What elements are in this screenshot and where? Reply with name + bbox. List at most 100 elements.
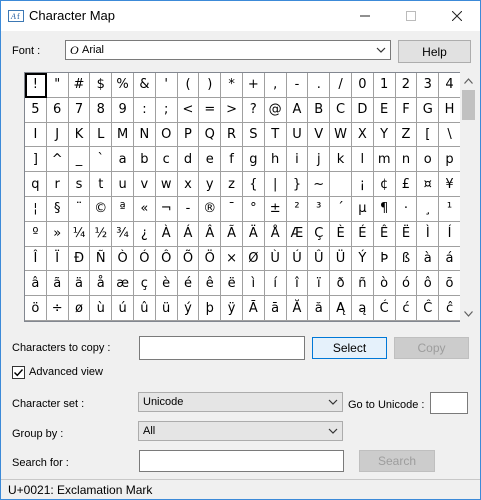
group-by-dropdown[interactable]: All [138,421,343,441]
character-cell[interactable]: õ [439,271,461,297]
character-cell[interactable]: [ [417,122,440,148]
character-cell[interactable]: j [308,147,331,173]
character-cell[interactable]: a [112,147,134,173]
select-button[interactable]: Select [312,337,387,359]
character-cell[interactable]: Þ [373,246,396,272]
character-cell[interactable]: + [242,73,265,98]
character-cell[interactable]: Ê [373,221,396,247]
character-cell[interactable]: ý [177,296,200,321]
character-cell[interactable]: ` [90,147,113,173]
character-cell[interactable]: ÿ [221,296,243,321]
character-cell[interactable]: ą [351,296,374,321]
character-cell[interactable]: 3 [417,73,440,98]
font-dropdown[interactable]: O Arial [65,40,391,60]
character-cell[interactable]: ĉ [439,296,461,321]
character-cell[interactable]: o [417,147,440,173]
character-cell[interactable]: ¢ [373,172,396,197]
character-cell[interactable]: è [155,271,178,297]
character-cell[interactable]: N [133,122,156,148]
character-cell[interactable]: 8 [90,97,113,123]
character-cell[interactable]: ā [264,296,287,321]
character-cell[interactable]: æ [112,271,134,297]
character-cell[interactable]: É [351,221,374,247]
character-cell[interactable]: x [177,172,200,197]
character-cell[interactable]: Ó [133,246,156,272]
character-cell[interactable]: Í [439,221,461,247]
character-cell[interactable]: & [133,73,156,98]
scroll-up-button[interactable] [460,72,477,89]
character-cell[interactable]: ã [46,271,69,297]
character-cell[interactable]: á [439,246,461,272]
character-cell[interactable]: q [25,172,47,197]
character-cell[interactable]: 0 [351,73,374,98]
character-cell[interactable]: ¶ [373,196,396,222]
character-cell[interactable]: h [264,147,287,173]
character-cell[interactable]: Ñ [90,246,113,272]
character-cell[interactable]: r [46,172,69,197]
character-cell[interactable]: y [199,172,222,197]
character-cell[interactable]: # [68,73,91,98]
go-to-unicode-input[interactable] [430,392,468,414]
help-button[interactable]: Help [398,40,471,63]
character-cell[interactable]: J [46,122,69,148]
advanced-view-checkbox[interactable] [12,366,25,379]
character-cell[interactable]: A [286,97,309,123]
character-cell[interactable]: R [221,122,243,148]
character-cell[interactable]: V [308,122,331,148]
character-cell[interactable]: Ç [308,221,331,247]
character-cell[interactable]: ê [199,271,222,297]
character-cell[interactable]: ( [177,73,200,98]
character-cell[interactable]: : [133,97,156,123]
character-cell[interactable]: « [133,196,156,222]
character-cell[interactable]: u [112,172,134,197]
character-cell[interactable]: © [90,196,113,222]
scrollbar-thumb[interactable] [462,90,475,120]
character-cell[interactable]: p [439,147,461,173]
character-cell[interactable]: ¸ [417,196,440,222]
character-cell[interactable]: W [330,122,352,148]
character-cell[interactable]: Ý [351,246,374,272]
character-cell[interactable]: | [264,172,287,197]
character-cell[interactable]: Ì [417,221,440,247]
character-cell[interactable]: ¯ [221,196,243,222]
character-cell[interactable]: = [199,97,222,123]
character-cell[interactable]: ~ [308,172,331,197]
character-cell[interactable]: ò [373,271,396,297]
character-cell[interactable]: ¹ [439,196,461,222]
character-cell[interactable]: 9 [112,97,134,123]
character-cell[interactable]: Y [373,122,396,148]
character-cell[interactable]: ) [199,73,222,98]
character-cell[interactable]: ] [25,147,47,173]
character-cell[interactable]: ² [286,196,309,222]
character-cell[interactable]: L [90,122,113,148]
character-cell[interactable]: È [330,221,352,247]
character-cell[interactable]: ú [112,296,134,321]
character-cell[interactable]: ß [395,246,418,272]
character-cell[interactable]: à [417,246,440,272]
character-cell[interactable]: Ă [286,296,309,321]
character-cell[interactable]: 7 [68,97,91,123]
character-cell[interactable]: ù [90,296,113,321]
character-cell[interactable]: ñ [351,271,374,297]
character-cell[interactable]: H [439,97,461,123]
character-cell[interactable]: M [112,122,134,148]
title-bar[interactable]: A f Character Map [1,1,480,31]
character-cell[interactable]: X [351,122,374,148]
character-cell[interactable]: ó [395,271,418,297]
character-cell[interactable]: Ù [264,246,287,272]
character-cell[interactable]: Ë [395,221,418,247]
character-cell[interactable]: , [264,73,287,98]
character-cell[interactable]: ª [112,196,134,222]
character-cell[interactable]: ì [242,271,265,297]
character-cell[interactable]: l [351,147,374,173]
character-cell[interactable]: ÷ [46,296,69,321]
character-cell[interactable]: w [155,172,178,197]
character-cell[interactable]: ¦ [25,196,47,222]
character-cell[interactable]: Ú [286,246,309,272]
character-cell[interactable]: Q [199,122,222,148]
character-cell[interactable]: - [286,73,309,98]
character-cell[interactable]: × [221,246,243,272]
character-cell[interactable]: ! [25,73,47,98]
character-cell[interactable]: f [221,147,243,173]
character-cell[interactable]: g [242,147,265,173]
